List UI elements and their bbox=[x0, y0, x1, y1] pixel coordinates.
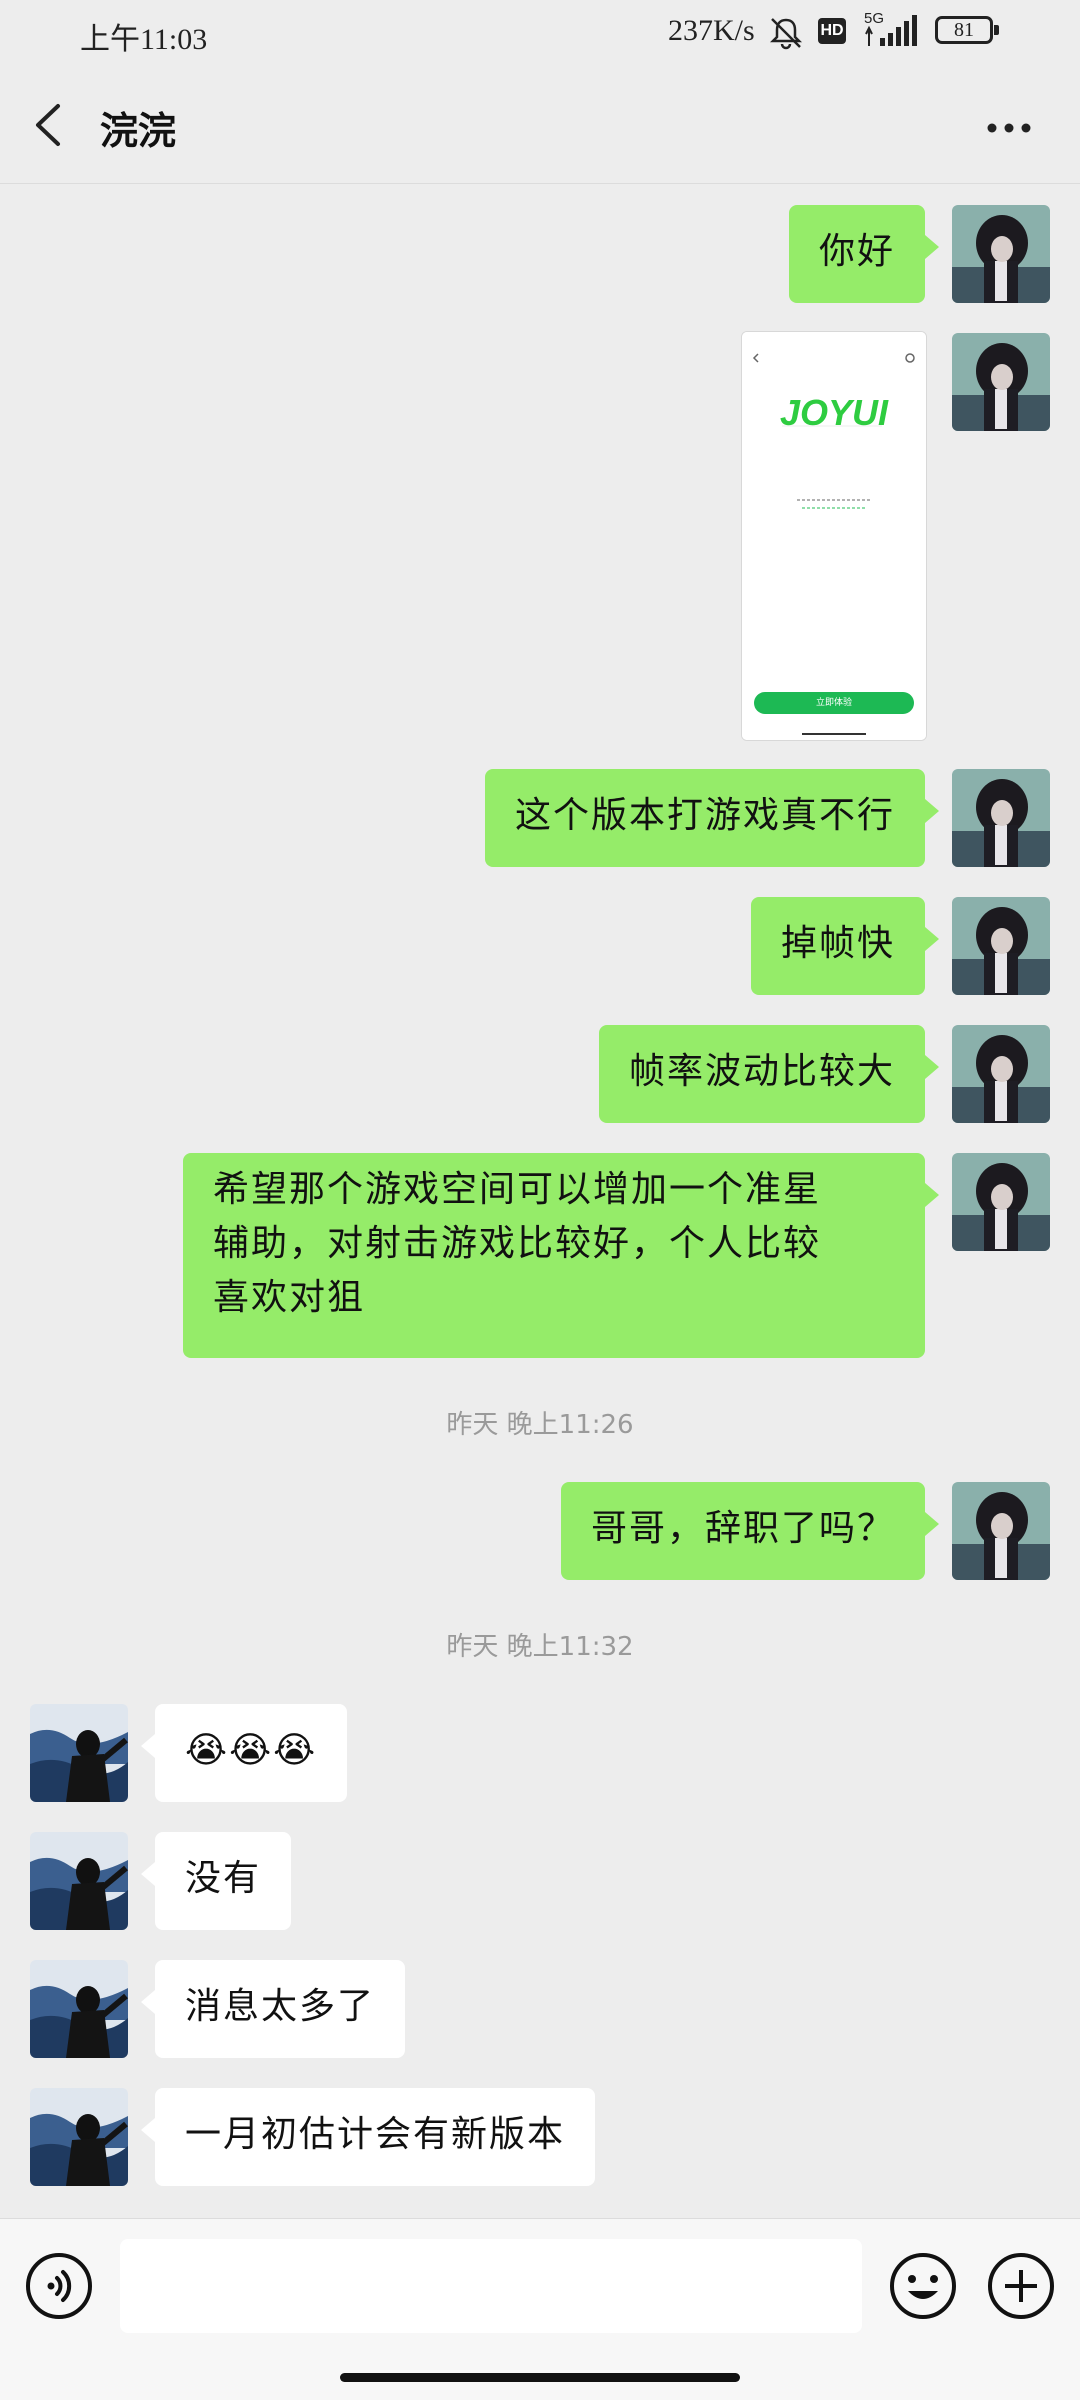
message-bubble[interactable]: 你好 bbox=[788, 205, 940, 303]
image-message[interactable]: JOYUI 立即体验 bbox=[741, 331, 927, 741]
message-line: 辅助，对射击游戏比较好，个人比较 bbox=[213, 1223, 822, 1264]
emoji-icon[interactable] bbox=[888, 2251, 958, 2321]
my-avatar[interactable] bbox=[952, 1482, 1050, 1580]
home-indicator[interactable] bbox=[340, 2373, 740, 2382]
my-avatar[interactable] bbox=[952, 769, 1050, 867]
plus-icon[interactable] bbox=[986, 2251, 1056, 2321]
message-line: 喜欢对狙 bbox=[213, 1277, 366, 1318]
my-avatar[interactable] bbox=[952, 205, 1050, 303]
message-bubble[interactable]: 一月初估计会有新版本 bbox=[140, 2088, 596, 2186]
timestamp: 昨天 晚上11:32 bbox=[446, 1632, 634, 1662]
message-input[interactable] bbox=[120, 2239, 862, 2333]
message-bubble[interactable]: 希望那个游戏空间可以增加一个准星 辅助，对射击游戏比较好，个人比较 喜欢对狙 bbox=[183, 1153, 939, 1358]
message-bubble[interactable]: 掉帧快 bbox=[750, 897, 940, 995]
contact-avatar[interactable] bbox=[30, 2088, 128, 2186]
voice-icon[interactable] bbox=[24, 2251, 94, 2321]
hd-badge: HD bbox=[818, 18, 846, 44]
status-time: 上午11:03 bbox=[80, 23, 208, 56]
status-bar: 上午11:03 237K/s HD 5G 81 bbox=[0, 0, 1080, 64]
message-bubble[interactable]: 哥哥，辞职了吗？ bbox=[560, 1482, 940, 1580]
battery-indicator: 81 bbox=[935, 16, 999, 44]
signal-icon: 5G bbox=[862, 10, 922, 50]
timestamp: 昨天 晚上11:26 bbox=[446, 1410, 634, 1440]
contact-avatar[interactable] bbox=[30, 1960, 128, 2058]
my-avatar[interactable] bbox=[952, 1025, 1050, 1123]
chevron-left-icon[interactable] bbox=[28, 100, 68, 150]
image-button-label: 立即体验 bbox=[815, 698, 852, 708]
my-avatar[interactable] bbox=[952, 897, 1050, 995]
message-bubble[interactable]: 帧率波动比较大 bbox=[598, 1025, 940, 1123]
my-avatar[interactable] bbox=[952, 333, 1050, 431]
my-avatar[interactable] bbox=[952, 1153, 1050, 1251]
net-speed: 237K/s bbox=[668, 14, 755, 47]
message-bubble[interactable]: 😭😭😭 bbox=[140, 1704, 348, 1802]
contact-avatar[interactable] bbox=[30, 1832, 128, 1930]
message-bubble[interactable]: 没有 bbox=[140, 1832, 292, 1930]
image-logo-text: JOYUI bbox=[779, 392, 889, 433]
contact-avatar[interactable] bbox=[30, 1704, 128, 1802]
bell-off-icon bbox=[769, 18, 803, 50]
chat-title: 浣浣 bbox=[100, 109, 177, 153]
message-bubble[interactable]: 消息太多了 bbox=[140, 1960, 406, 2058]
more-horizontal-icon[interactable] bbox=[986, 122, 1032, 134]
message-line: 希望那个游戏空间可以增加一个准星 bbox=[213, 1169, 822, 1210]
chat-header: 浣浣 bbox=[0, 64, 1080, 184]
message-bubble[interactable]: 这个版本打游戏真不行 bbox=[484, 769, 940, 867]
input-bar bbox=[0, 2218, 1080, 2400]
